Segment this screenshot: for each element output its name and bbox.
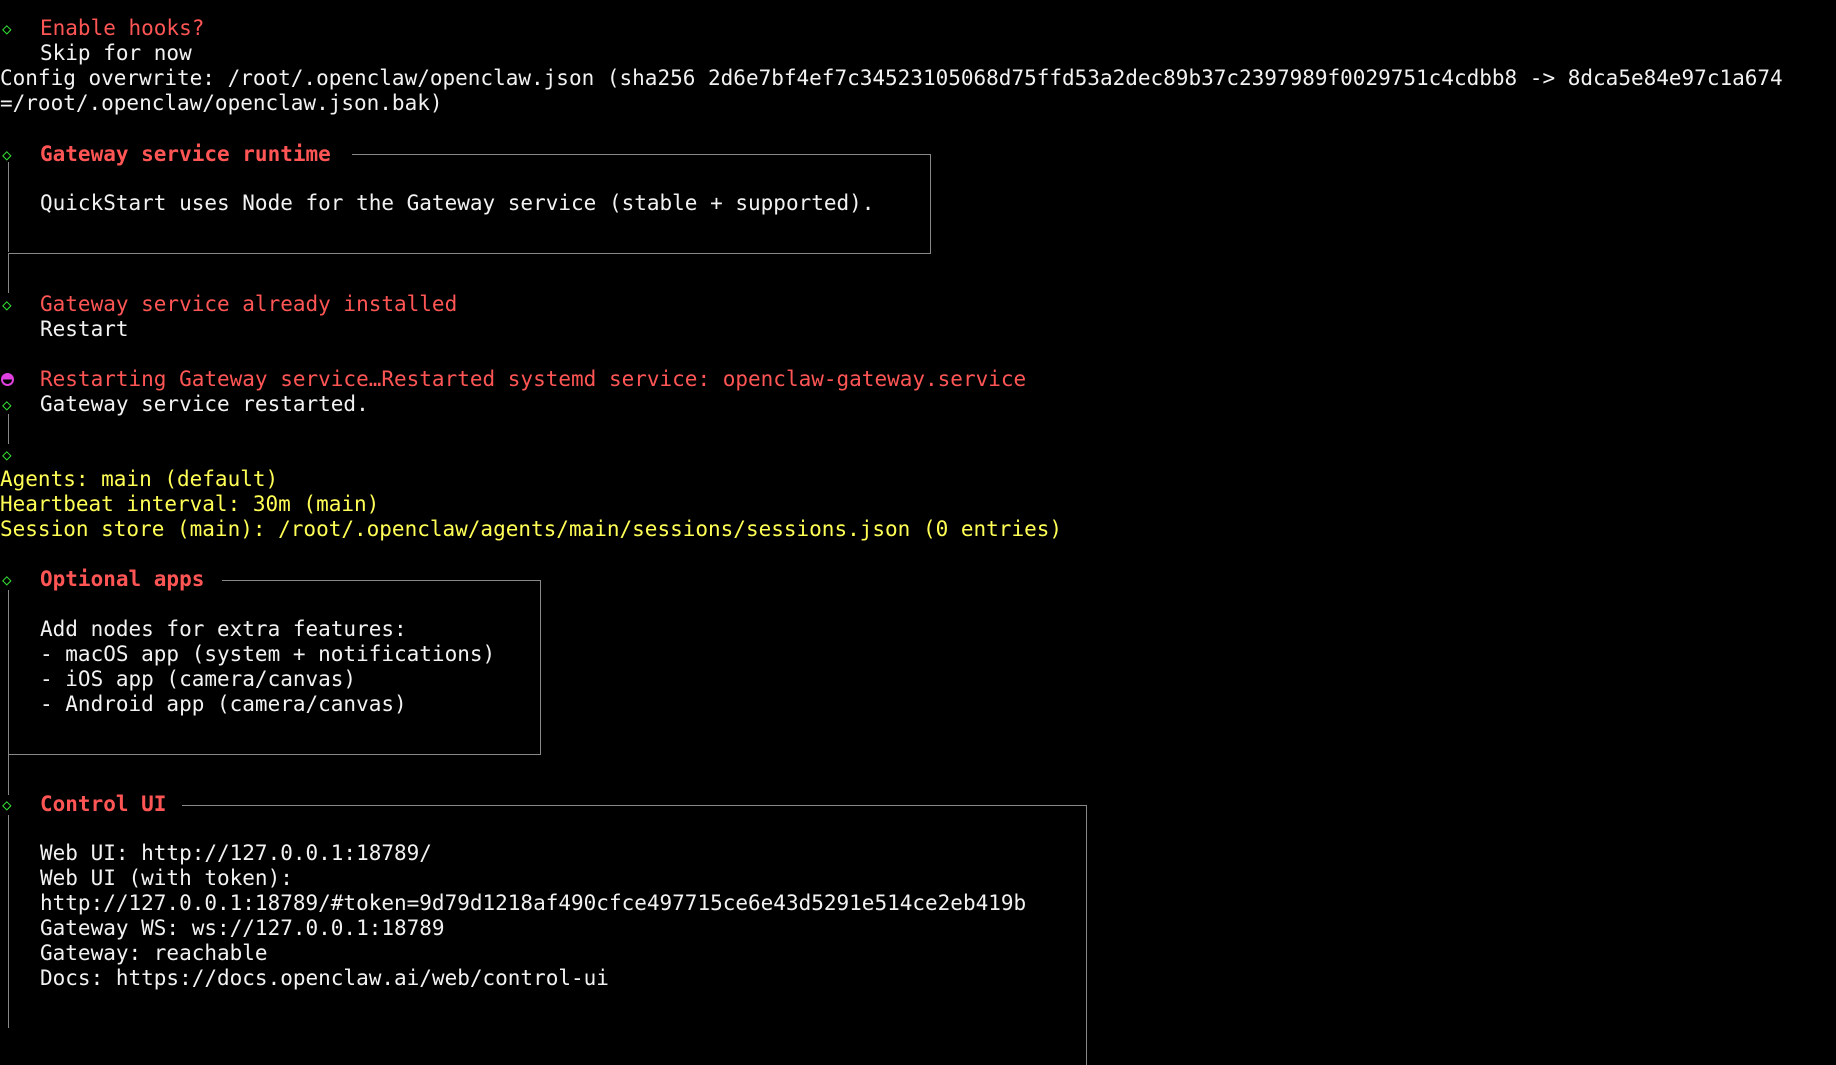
control-ui-title: Control UI xyxy=(40,792,167,816)
restart-progress: Restarting Gateway service…Restarted sys… xyxy=(40,367,1027,391)
session-store-status: Session store (main): /root/.openclaw/ag… xyxy=(0,517,1063,541)
optional-apps-line: - macOS app (system + notifications) xyxy=(40,642,496,666)
web-ui-url[interactable]: Web UI: http://127.0.0.1:18789/ xyxy=(40,841,432,866)
step-connector xyxy=(8,815,9,1028)
step-connector xyxy=(8,253,9,293)
diamond-icon: ◇ xyxy=(2,295,12,314)
optional-apps-line: Add nodes for extra features: xyxy=(40,617,407,641)
diamond-icon: ◇ xyxy=(2,395,12,414)
docs-url[interactable]: Docs: https://docs.openclaw.ai/web/contr… xyxy=(40,966,609,991)
gateway-ws-url[interactable]: Gateway WS: ws://127.0.0.1:18789 xyxy=(40,916,445,941)
optional-apps-title: Optional apps xyxy=(40,567,205,591)
agents-status: Agents: main (default) xyxy=(0,467,279,491)
step-connector xyxy=(8,590,9,755)
restart-done: Gateway service restarted. xyxy=(40,392,369,416)
config-backup-line: =/root/.openclaw/openclaw.json.bak) xyxy=(0,91,443,115)
optional-apps-line: - iOS app (camera/canvas) xyxy=(40,667,357,691)
hooks-title: Enable hooks? xyxy=(40,16,205,40)
runtime-title: Gateway service runtime xyxy=(40,142,331,166)
diamond-icon: ◇ xyxy=(2,445,12,464)
diamond-icon: ◇ xyxy=(2,19,12,38)
installed-title: Gateway service already installed xyxy=(40,292,458,316)
web-ui-token-label: Web UI (with token): xyxy=(40,866,293,890)
hooks-answer: Skip for now xyxy=(40,41,192,65)
step-connector xyxy=(8,755,9,795)
spinner-dot-icon xyxy=(1,373,14,386)
runtime-body: QuickStart uses Node for the Gateway ser… xyxy=(40,191,875,215)
heartbeat-status: Heartbeat interval: 30m (main) xyxy=(0,492,380,516)
installed-answer: Restart xyxy=(40,317,129,341)
web-ui-token-url[interactable]: http://127.0.0.1:18789/#token=9d79d1218a… xyxy=(40,891,1026,916)
terminal-window[interactable]: ◇ Enable hooks? Skip for now Config over… xyxy=(0,0,1836,1065)
step-connector xyxy=(8,414,9,444)
optional-apps-line: - Android app (camera/canvas) xyxy=(40,692,407,716)
config-overwrite-line: Config overwrite: /root/.openclaw/opencl… xyxy=(0,66,1783,90)
gateway-status: Gateway: reachable xyxy=(40,941,268,965)
